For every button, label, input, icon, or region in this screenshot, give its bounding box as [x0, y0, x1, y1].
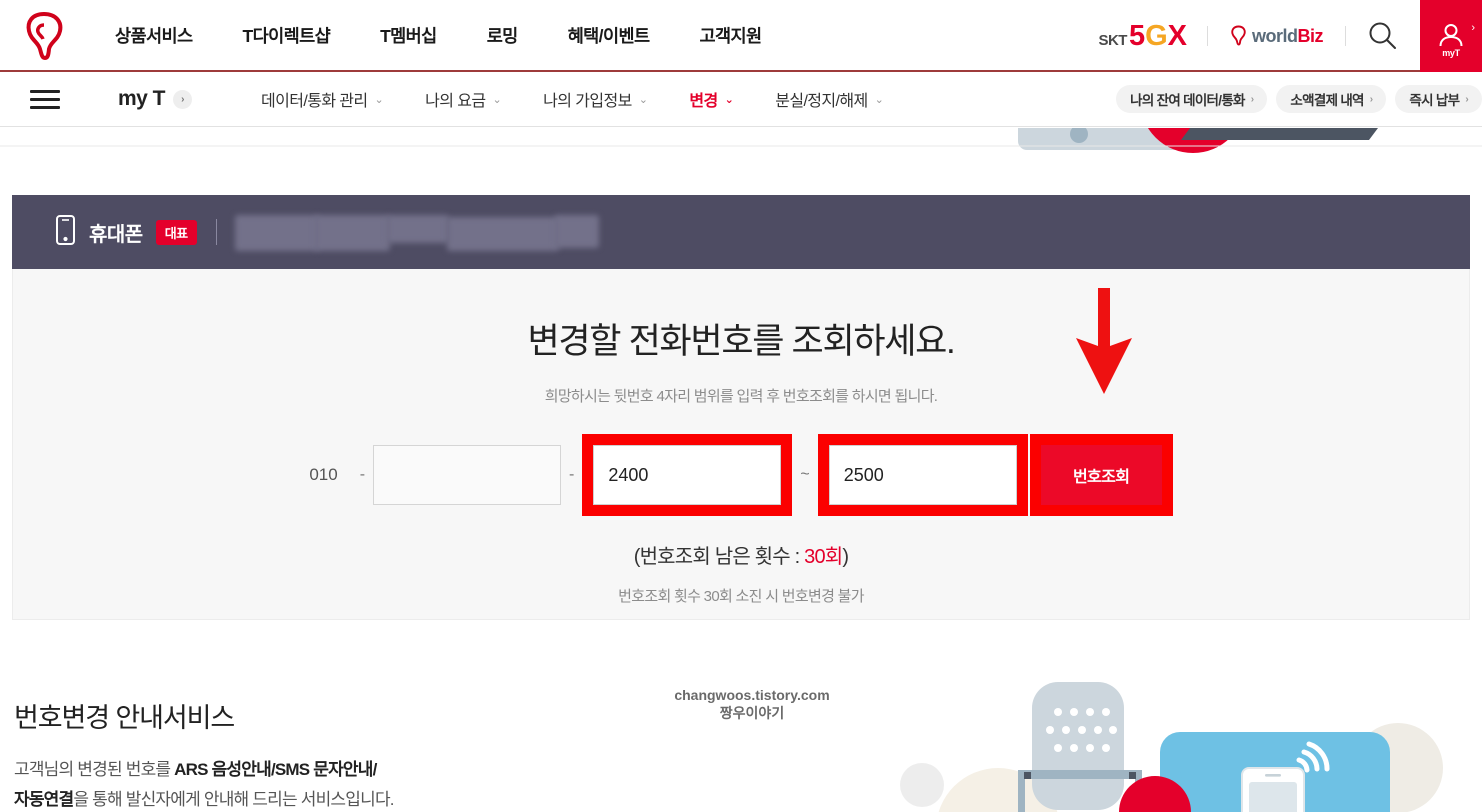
desc-part-1: 고객님의 변경된 번호를: [14, 760, 175, 779]
prefix-label: 010: [309, 465, 338, 484]
gnb-item-1[interactable]: T다이렉트샵: [218, 0, 356, 72]
phone-bar-label: 휴대폰: [89, 223, 143, 246]
mobile-phone-icon: [56, 214, 75, 250]
watermark: changwoos.tistory.com 짱우이야기: [652, 686, 852, 722]
gnb-item-0[interactable]: 상품서비스: [90, 0, 218, 72]
remaining-count-text: (번호조회 남은 횟수 : 30회): [13, 540, 1469, 569]
myt-page-title[interactable]: my T ›: [118, 87, 193, 111]
chevron-right-icon: ›: [1465, 93, 1468, 105]
gnb-item-4[interactable]: 혜택/이벤트: [543, 0, 675, 72]
lnb-item-label: 변경: [689, 93, 718, 110]
skt-text: SKT: [1098, 31, 1127, 49]
lnb-item-lost-suspend[interactable]: 분실/정지/해제 ⌄: [754, 87, 904, 111]
call-forwarding-illustration: [880, 660, 1482, 812]
remaining-count-value: 30회: [804, 546, 843, 568]
quick-link-label: 즉시 납부: [1409, 93, 1460, 108]
gnb-item-2[interactable]: T멤버십: [355, 0, 462, 72]
lnb-item-my-fee[interactable]: 나의 요금 ⌄: [404, 87, 522, 111]
lnb-item-label: 분실/정지/해제: [775, 93, 868, 110]
t-mark-icon: [1231, 25, 1246, 46]
remaining-note: 번호조회 횟수 30회 소진 시 번호변경 불가: [618, 588, 864, 605]
remaining-prefix: (번호조회 남은 횟수 :: [633, 546, 805, 568]
divider: [215, 219, 217, 245]
lnb-item-change[interactable]: 변경 ⌄: [668, 87, 754, 111]
annotation-box-range-start: [582, 434, 793, 516]
number-lookup-panel: 변경할 전화번호를 조회하세요. 희망하시는 뒷번호 4자리 범위를 입력 후 …: [12, 269, 1470, 620]
world-biz-logo[interactable]: worldBiz: [1208, 25, 1345, 47]
watermark-url: changwoos.tistory.com: [674, 687, 830, 703]
lookup-button[interactable]: 번호조회: [1040, 445, 1162, 505]
masked-phone-number: [234, 213, 599, 251]
desc-part-4: 을 통해 발신자에게 안내해 드리는 서비스입니다.: [73, 790, 394, 809]
annotation-box-lookup-button: 번호조회: [1029, 434, 1173, 516]
chevron-down-icon: ⌄: [492, 93, 502, 106]
bottom-title: 번호변경 안내서비스: [14, 703, 235, 733]
g-text: G: [1145, 19, 1168, 52]
myt-label: myT: [1442, 48, 1460, 58]
dash-separator-2: -: [569, 466, 575, 483]
x-text: X: [1167, 19, 1187, 52]
skt-5gx-logo[interactable]: SKT 5 G X: [1078, 19, 1207, 52]
range-end-input[interactable]: [828, 445, 1017, 505]
chevron-right-icon: ›: [173, 89, 193, 109]
chevron-down-icon: ⌄: [874, 93, 884, 106]
chevron-right-icon: ›: [1369, 93, 1373, 105]
myt-button[interactable]: myT ›: [1420, 0, 1482, 72]
world-biz-text: worldBiz: [1252, 25, 1323, 46]
gnb-item-5[interactable]: 고객지원: [674, 0, 786, 72]
lnb-item-label: 나의 가입정보: [543, 93, 632, 110]
status-badge: 대표: [155, 219, 197, 245]
dash-separator-1: -: [359, 466, 366, 483]
quick-link-remaining-data[interactable]: 나의 잔여 데이터/통화 ›: [1116, 85, 1268, 113]
lnb-item-my-subscription[interactable]: 나의 가입정보 ⌄: [522, 87, 668, 111]
desc-part-3: 자동연결: [14, 790, 74, 809]
user-icon: [1439, 24, 1463, 47]
annotation-box-range-end: [817, 434, 1028, 516]
lnb-menu: 데이터/통화 관리 ⌄ 나의 요금 ⌄ 나의 가입정보 ⌄ 변경 ⌄ 분실/정지…: [240, 87, 904, 111]
range-start-input[interactable]: [593, 445, 782, 505]
gnb-item-3[interactable]: 로밍: [462, 0, 543, 72]
hamburger-icon[interactable]: [30, 89, 60, 109]
phone-info-bar: 휴대폰 대표: [12, 195, 1470, 269]
chevron-down-icon: ⌄: [374, 93, 384, 106]
watermark-name: 짱우이야기: [719, 705, 785, 721]
tilde-separator: ~: [800, 466, 810, 483]
gnb-menu: 상품서비스 T다이렉트샵 T멤버십 로밍 혜택/이벤트 고객지원: [90, 0, 786, 72]
quick-links: 나의 잔여 데이터/통화 › 소액결제 내역 › 즉시 납부 ›: [1116, 85, 1482, 113]
number-lookup-form: 010 - - ~ 번호조회: [13, 434, 1469, 516]
desc-part-2: ARS 음성안내/SMS 문자안내/: [174, 760, 377, 779]
page-root: 상품서비스 T다이렉트샵 T멤버십 로밍 혜택/이벤트 고객지원 SKT 5 G…: [0, 0, 1482, 812]
lnb-item-label: 나의 요금: [425, 93, 486, 110]
chevron-down-icon: ⌄: [724, 93, 734, 106]
local-navigation-bar: my T › 데이터/통화 관리 ⌄ 나의 요금 ⌄ 나의 가입정보 ⌄ 변경 …: [0, 72, 1482, 127]
top-banner-illustration: [0, 128, 1482, 191]
lnb-item-label: 데이터/통화 관리: [261, 93, 368, 110]
chevron-right-icon: ›: [1250, 93, 1254, 105]
remaining-suffix: ): [842, 546, 849, 568]
bottom-description: 고객님의 변경된 번호를 ARS 음성안내/SMS 문자안내/ 자동연결을 통해…: [14, 755, 395, 812]
search-icon[interactable]: [1346, 0, 1420, 72]
gnb-right-cluster: SKT 5 G X worldBiz myT ›: [1078, 0, 1482, 72]
myt-title-text: my T: [118, 87, 166, 110]
lnb-item-data-call[interactable]: 데이터/통화 관리 ⌄: [240, 87, 404, 111]
quick-link-label: 소액결제 내역: [1290, 93, 1364, 108]
middle-number-input[interactable]: [373, 445, 562, 505]
quick-link-instant-payment[interactable]: 즉시 납부 ›: [1395, 85, 1482, 113]
global-navigation-bar: 상품서비스 T다이렉트샵 T멤버십 로밍 혜택/이벤트 고객지원 SKT 5 G…: [0, 0, 1482, 72]
myt-arrow-icon: ›: [1471, 22, 1475, 34]
quick-link-label: 나의 잔여 데이터/통화: [1130, 93, 1245, 108]
red-down-arrow-icon: [1058, 288, 1150, 401]
5-text: 5: [1128, 19, 1146, 52]
skt-t-logo-icon[interactable]: [0, 0, 90, 72]
page-title: 변경할 전화번호를 조회하세요.: [527, 322, 956, 361]
quick-link-micropayment[interactable]: 소액결제 내역 ›: [1276, 85, 1387, 113]
page-subtitle: 희망하시는 뒷번호 4자리 범위를 입력 후 번호조회를 하시면 됩니다.: [544, 388, 938, 405]
chevron-down-icon: ⌄: [638, 93, 648, 106]
